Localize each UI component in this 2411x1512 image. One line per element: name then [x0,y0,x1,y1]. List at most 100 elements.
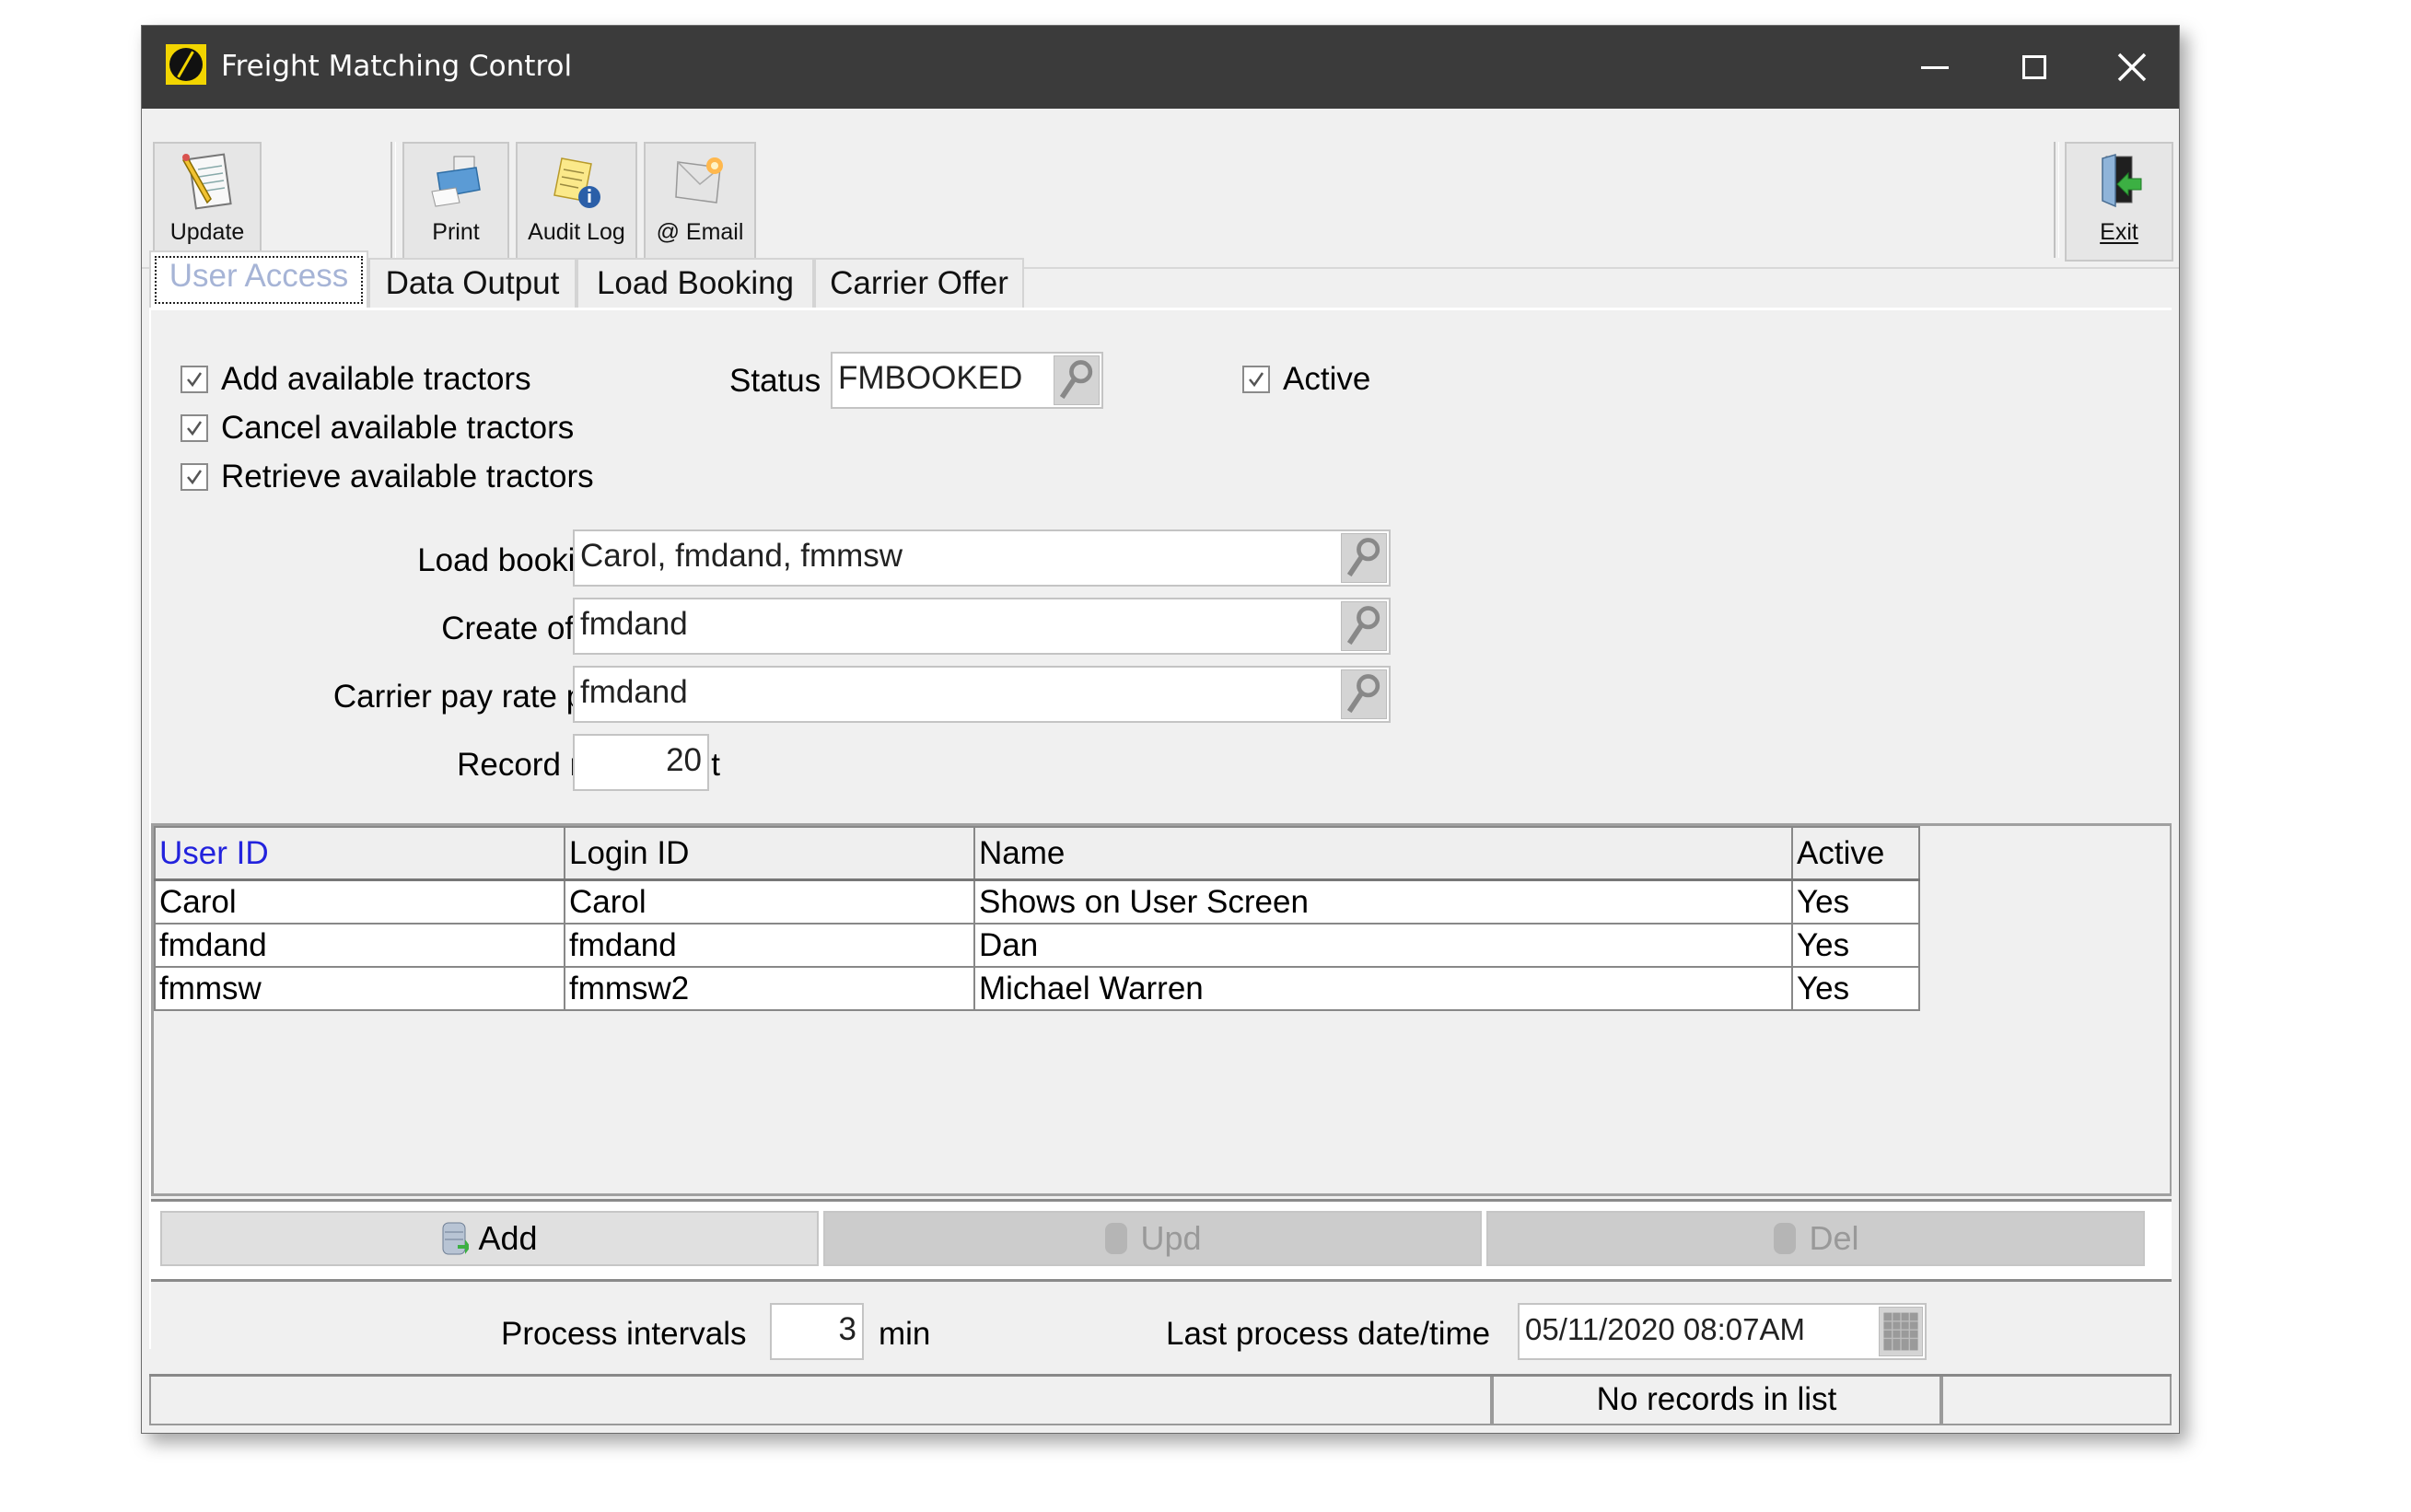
cell-active[interactable]: Yes [1791,923,1920,968]
close-button[interactable] [2085,26,2179,109]
cell-name[interactable]: Michael Warren [973,966,1793,1011]
close-icon [2117,52,2147,82]
add-available-tractors-checkbox[interactable]: Add available tractors [181,361,531,398]
status-lookup-button[interactable] [1054,355,1100,405]
cell-login-id[interactable]: Carol [564,878,975,925]
cell-active[interactable]: Yes [1791,878,1920,925]
status-segment-left [149,1377,1492,1425]
record-return-limit-field[interactable]: 20 [573,734,709,791]
status-segment-right [1941,1377,2172,1425]
audit-log-info-icon [549,151,604,212]
column-header-user-id[interactable]: User ID [154,826,565,881]
cell-login-id[interactable]: fmdand [564,923,975,968]
exit-label: Exit [2100,219,2138,246]
cell-user-id[interactable]: fmmsw [154,966,565,1011]
checkbox-box[interactable] [1242,366,1270,393]
audit-log-label: Audit Log [528,219,625,245]
carrier-pay-rate-providers-field[interactable]: fmdand [573,666,1391,723]
tab-carrier-offer[interactable]: Carrier Offer [814,258,1024,309]
update-button[interactable]: Update [153,142,262,262]
email-button[interactable]: @ Email [644,142,756,262]
grid-header-row: User ID Login ID Name Active [154,826,1920,881]
maximize-button[interactable] [1984,26,2085,109]
last-process-datetime-field[interactable]: 05/11/2020 08:07AM [1518,1303,1927,1360]
minimize-icon [1921,65,1949,69]
tab-load-booking[interactable]: Load Booking [577,258,814,309]
exit-door-icon [2091,151,2147,212]
table-row[interactable]: fmdand fmdand Dan Yes [154,923,1920,968]
cell-user-id[interactable]: fmdand [154,923,565,968]
active-label: Active [1283,361,1371,397]
checkbox-box[interactable] [181,463,208,491]
cell-name[interactable]: Shows on User Screen [973,878,1793,925]
create-offer-users-lookup-button[interactable] [1341,601,1387,651]
load-booking-users-value: Carol, fmdand, fmmsw [580,538,903,574]
process-intervals-label: Process intervals [501,1316,747,1352]
tab-data-output[interactable]: Data Output [368,258,577,309]
del-label: Del [1809,1219,1859,1257]
magnifier-icon [1059,360,1093,400]
grid-button-bar: Add Upd Del [151,1199,2172,1282]
title-bar[interactable]: Freight Matching Control [142,26,2179,109]
magnifier-icon [1346,538,1380,577]
printer-icon [428,151,483,212]
tab-user-access[interactable]: User Access [149,250,368,308]
create-offer-users-field[interactable]: fmdand [573,598,1391,655]
email-label: @ Email [656,219,744,245]
envelope-icon [672,151,728,212]
table-row[interactable]: Carol Carol Shows on User Screen Yes [154,878,1920,925]
column-header-name[interactable]: Name [973,826,1793,881]
tab-label: Load Booking [596,265,795,301]
users-table: User ID Login ID Name Active Carol Carol… [154,826,1920,1011]
checkbox-label: Add available tractors [221,361,531,397]
toolbar-separator [2054,142,2059,258]
update-row-button[interactable]: Upd [823,1211,1482,1266]
table-row[interactable]: fmmsw fmmsw2 Michael Warren Yes [154,966,1920,1011]
toolbar-separator [390,142,396,258]
process-intervals-field[interactable]: 3 [770,1303,864,1360]
exit-button[interactable]: Exit [2065,142,2173,262]
status-field[interactable]: FMBOOKED [831,352,1103,409]
update-label: Update [169,219,245,245]
column-header-active[interactable]: Active [1791,826,1920,881]
database-add-icon [442,1222,470,1255]
status-value: FMBOOKED [838,360,1023,396]
cell-login-id[interactable]: fmmsw2 [564,966,975,1011]
add-button[interactable]: Add [160,1211,819,1266]
window-title: Freight Matching Control [221,50,573,83]
last-process-value: 05/11/2020 08:07AM [1525,1312,1805,1346]
toolbar: Update Print Audit Log @ Email Exit [142,109,2179,269]
user-access-panel: Add available tractors Cancel available … [149,308,2172,1360]
checkbox-box[interactable] [181,414,208,442]
status-message: No records in list [1492,1377,1941,1425]
print-button[interactable]: Print [402,142,509,262]
exit-label-text: Exit [2100,219,2138,245]
audit-log-button[interactable]: Audit Log [516,142,637,262]
checkbox-box[interactable] [181,366,208,393]
checkmark-icon [187,470,203,485]
load-booking-users-lookup-button[interactable] [1341,533,1387,583]
database-edit-icon [1105,1223,1128,1254]
magnifier-icon [1346,606,1380,646]
tab-label: Carrier Offer [830,265,1008,301]
cell-name[interactable]: Dan [973,923,1793,968]
delete-row-button[interactable]: Del [1486,1211,2145,1266]
minimize-button[interactable] [1889,26,1981,109]
freight-matching-window: Freight Matching Control Update Print Au… [141,25,2180,1434]
checkmark-icon [187,421,203,436]
load-booking-users-field[interactable]: Carol, fmdand, fmmsw [573,529,1391,587]
add-label: Add [478,1219,538,1257]
retrieve-available-tractors-checkbox[interactable]: Retrieve available tractors [181,459,594,495]
users-grid: User ID Login ID Name Active Carol Carol… [151,823,2172,1196]
column-header-login-id[interactable]: Login ID [564,826,975,881]
cell-user-id[interactable]: Carol [154,878,565,925]
active-checkbox[interactable]: Active [1242,361,1370,398]
cancel-available-tractors-checkbox[interactable]: Cancel available tractors [181,410,574,447]
cell-active[interactable]: Yes [1791,966,1920,1011]
calendar-button[interactable] [1879,1307,1923,1356]
focus-ring [155,256,363,304]
carrier-pay-rate-providers-lookup-button[interactable] [1341,669,1387,719]
notepad-pencil-icon [180,151,235,212]
carrier-pay-rate-providers-value: fmdand [580,674,688,710]
create-offer-users-value: fmdand [580,606,688,642]
